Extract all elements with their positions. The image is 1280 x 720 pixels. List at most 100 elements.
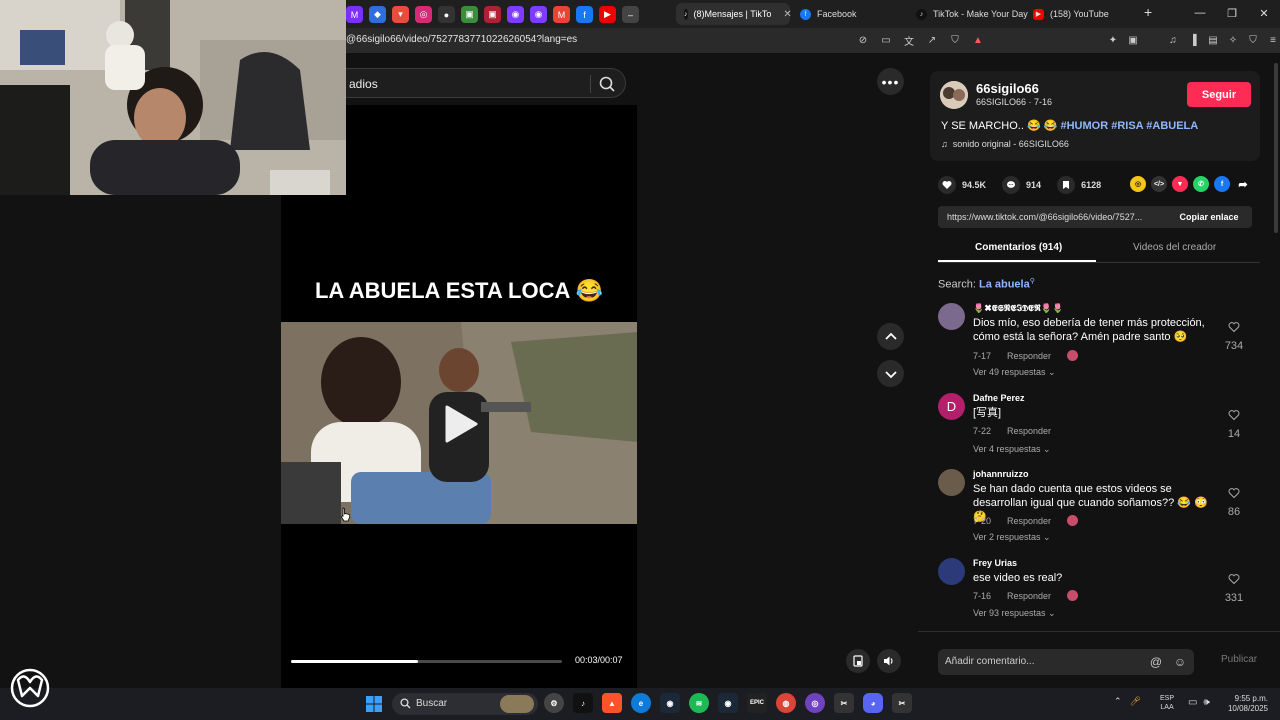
extensions-icon[interactable]: ✦ [1106,33,1120,47]
tab-tiktok[interactable]: ♪ TikTok - Make Your Day [908,3,1036,25]
comment-like[interactable]: 14 [1220,408,1248,440]
whatsapp-icon[interactable]: ✆ [1193,176,1209,192]
facebook-share-icon[interactable]: f [1214,176,1230,192]
caption-hashtags[interactable]: #HUMOR #RISA #ABUELA [1061,120,1199,132]
comment-avatar[interactable] [938,303,965,330]
tray-chevron-icon[interactable]: ⌃ [1114,696,1122,707]
app-icon-edge[interactable]: e [631,693,651,713]
embed-icon[interactable]: </> [1151,176,1167,192]
tab-facebook[interactable]: f Facebook [792,3,865,25]
comment-avatar[interactable]: D [938,393,965,420]
like-action[interactable]: 94.5K [938,176,986,194]
search-input[interactable]: adios [349,77,378,91]
copy-link-button[interactable]: Copiar enlace [1166,206,1252,228]
tab-comments[interactable]: Comentarios (914) [975,242,1062,253]
reply-button[interactable]: Responder [1007,426,1051,436]
pinned-tab-icon[interactable]: ◉ [507,6,524,23]
minimize-icon[interactable]: — [1184,0,1216,26]
save-action[interactable]: 6128 [1057,176,1101,194]
comment-username[interactable]: 🌷✖𝕰𝕾𝕹𝕰𝕴𝕯𝕰𝕽🌷🌷 [973,303,1063,314]
pinned-tab-icon[interactable]: f [576,6,593,23]
pinned-tab-icon[interactable]: ● [438,6,455,23]
no-tracking-icon[interactable]: ⊘ [856,33,870,47]
app-icon-chrome[interactable]: ◍ [776,693,796,713]
search-bar[interactable]: adios [300,68,626,98]
comment-like[interactable]: 734 [1220,320,1248,352]
vpn-icon[interactable]: ⛉ [1246,33,1260,47]
app-icon-steam[interactable]: ◉ [660,693,680,713]
reply-button[interactable]: Responder [1007,591,1051,601]
previous-video-button[interactable] [877,323,904,350]
music-info[interactable]: ♫ sonido original - 66SIGILO66 [941,139,1069,149]
wallet-icon[interactable]: ▤ [1206,33,1220,47]
emoji-icon[interactable]: ☺ [1172,654,1188,670]
comment-like[interactable]: 331 [1220,572,1248,604]
coin-icon[interactable]: ◎ [1130,176,1146,192]
app-icon-brave[interactable]: ▲ [602,693,622,713]
panel-scrollbar[interactable] [1274,63,1278,233]
app-icon-settings[interactable]: ⚙ [544,693,564,713]
pinned-tab-icon[interactable]: ◎ [415,6,432,23]
tab-youtube[interactable]: ▶ (158) YouTube [1025,3,1117,25]
app-icon-steam-2[interactable]: ◉ [718,693,738,713]
comment-input[interactable]: Añadir comentario... @ ☺ [938,649,1194,675]
view-replies-button[interactable]: Ver 4 respuestas ⌄ [973,444,1051,455]
app-icon-capcut-2[interactable]: ✂ [892,693,912,713]
mention-icon[interactable]: @ [1148,654,1164,670]
app-icon-obs[interactable]: ◎ [805,693,825,713]
translate-icon[interactable]: 文 [902,33,916,48]
windows-start-icon[interactable] [366,696,382,712]
comment-avatar[interactable] [938,558,965,585]
pinned-tab-icon[interactable]: ▶ [599,6,616,23]
tab-mensajes-tiktok[interactable]: ♪ (8)Mensajes | TikTo ✕ [676,3,792,25]
app-icon-capcut[interactable]: ✂ [834,693,854,713]
play-icon[interactable] [443,404,479,444]
app-icon-tiktok[interactable]: ♪ [573,693,593,713]
comment-avatar[interactable] [938,469,965,496]
publish-button[interactable]: Publicar [1221,654,1257,665]
menu-icon[interactable]: ≡ [1266,33,1280,47]
app-icon-discord[interactable]: ◕ [863,693,883,713]
cast-icon[interactable]: ▭ [879,33,893,47]
search-icon[interactable] [597,74,617,94]
pinned-tab-icon[interactable]: ▣ [484,6,501,23]
pinned-tab-icon[interactable]: ◉ [530,6,547,23]
pip-button[interactable] [846,649,870,673]
pinned-tab-icon[interactable]: – [622,6,639,23]
more-options-button[interactable]: ••• [877,68,904,95]
follow-button[interactable]: Seguir [1187,82,1251,107]
brave-shield-icon[interactable]: ⛉ [948,33,962,47]
language-indicator[interactable]: ESP LAA [1160,694,1174,712]
close-tab-icon[interactable]: ✕ [783,9,791,20]
close-window-icon[interactable]: ✕ [1248,0,1280,26]
url-field[interactable]: @66sigilo66/video/7527783771022626054?la… [346,34,577,45]
tab-creator-videos[interactable]: Videos del creador [1133,242,1216,253]
media-icon[interactable]: ♫ [1166,33,1180,47]
clock[interactable]: 9:55 p.m. 10/08/2025 [1222,694,1268,714]
pinned-tab-icon[interactable]: M [346,6,363,23]
reply-button[interactable]: Responder [1007,516,1051,526]
reply-button[interactable]: Responder [1007,351,1051,361]
view-replies-button[interactable]: Ver 49 respuestas ⌄ [973,367,1056,378]
brave-rewards-icon[interactable]: ▲ [971,33,985,47]
new-tab-button[interactable]: + [1144,4,1152,20]
pinned-tab-icon[interactable]: M [553,6,570,23]
comment-username[interactable]: Frey Urias [973,558,1017,568]
comment-username[interactable]: Dafne Perez [973,393,1025,403]
app-icon-spotify[interactable]: ≋ [689,693,709,713]
next-video-button[interactable] [877,360,904,387]
volume-button[interactable] [877,649,901,673]
restore-icon[interactable]: ❐ [1216,0,1248,26]
share-page-icon[interactable]: ↗ [925,33,939,47]
video-frame[interactable] [281,322,637,524]
comment-username[interactable]: johannruizzo [973,469,1029,479]
share-arrow-icon[interactable]: ➦ [1235,176,1251,192]
taskbar-search[interactable]: Buscar [392,693,538,715]
pinned-tab-icon[interactable]: ▾ [392,6,409,23]
pinned-tab-icon[interactable]: ◆ [369,6,386,23]
microphone-icon[interactable]: 🎤︎ [1130,696,1141,707]
app-icon-epic[interactable]: EPIC [747,693,767,713]
leo-ai-icon[interactable]: ✧ [1226,33,1240,47]
creator-username[interactable]: 66sigilo66 [976,81,1039,96]
send-icon[interactable]: ▼ [1172,176,1188,192]
